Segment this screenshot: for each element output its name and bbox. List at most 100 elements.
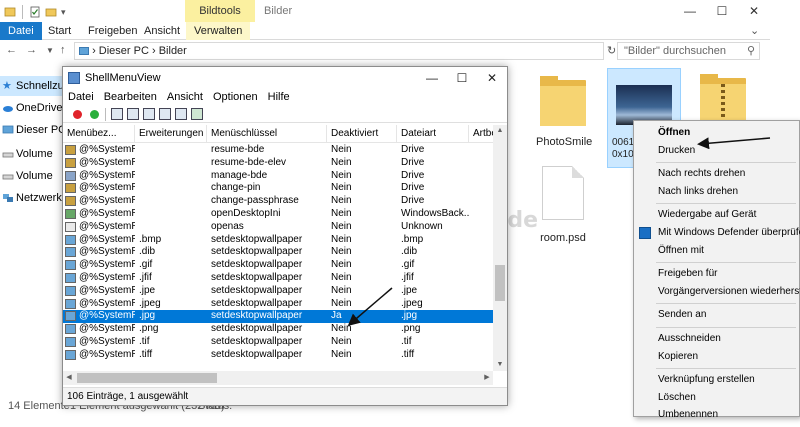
refresh-icon[interactable]: ↻ [607,44,616,57]
context-menu-item[interactable]: Umbenennen [634,407,800,423]
tab-verwalten[interactable]: Verwalten [186,22,251,40]
properties-icon[interactable] [29,6,41,18]
table-row[interactable]: @%SystemR... .jfif setdesktopwallpaper Nein… [63,272,493,285]
context-menu-label: Ausschneiden [658,333,721,344]
new-folder-icon[interactable] [45,6,57,18]
search-input[interactable]: "Bilder" durchsuchen ⚲ [617,42,760,60]
scroll-right-icon[interactable]: ▶ [481,371,493,385]
vertical-scrollbar[interactable]: ▲ ▼ [493,125,507,371]
exit-icon[interactable] [191,108,203,120]
nav-quick-access[interactable]: ★ Schnellzugriff [0,76,62,96]
menu-hilfe[interactable]: Hilfe [263,89,295,105]
context-menu-item[interactable]: Freigeben für [634,266,800,282]
table-row[interactable]: @%SystemR... resume-bde Nein Drive [63,144,493,157]
horizontal-scrollbar[interactable]: ◀ ▶ [63,371,493,385]
context-menu-item[interactable]: Nach rechts drehen [634,166,800,182]
context-menu-item[interactable]: Kopieren [634,349,800,365]
smv-maximize-button[interactable]: ☐ [447,67,477,89]
file-item-room-psd[interactable]: room.psd [536,166,590,244]
shellmenuview-window: ShellMenuView — ☐ ✕ Datei Bearbeiten Ans… [62,66,508,406]
file-item-zip-folder[interactable] [700,72,746,124]
table-row[interactable]: @%SystemR... manage-bde Nein Drive [63,170,493,183]
scroll-thumb[interactable] [495,265,505,301]
nav-network[interactable]: Netzwerk [0,188,62,208]
menu-ansicht[interactable]: Ansicht [162,89,208,105]
scroll-up-icon[interactable]: ▲ [493,125,507,137]
column-header-disabled[interactable]: Deaktiviert [327,125,397,143]
extension-cell: .tiff [139,348,153,360]
menu-datei[interactable]: Datei [63,89,99,105]
column-header-menu-name[interactable]: Menübez... [63,125,135,143]
smv-close-button[interactable]: ✕ [477,67,507,89]
minimize-button[interactable]: — [674,0,706,22]
file-type-cell: WindowsBack... [401,208,469,219]
file-item-photosmile[interactable]: PhotoSmile [536,74,592,148]
maximize-button[interactable]: ☐ [706,0,738,22]
table-row[interactable]: @%SystemR... openas Nein Unknown [63,221,493,234]
table-row[interactable]: @%SystemR... .jpe setdesktopwallpaper Nein.… [63,285,493,298]
context-menu-item[interactable]: Senden an [634,307,800,323]
context-menu-item[interactable]: Wiedergabe auf Gerät [634,207,800,223]
save-icon[interactable] [111,108,123,120]
nav-volume-2[interactable]: Volume [0,166,62,186]
breadcrumb-dieser-pc[interactable]: Dieser PC [99,45,149,57]
ribbon-expand-icon[interactable]: ⌄ [742,22,767,40]
table-row[interactable]: @%SystemR... .gif setdesktopwallpaper Nein.… [63,259,493,272]
properties-icon[interactable] [159,108,171,120]
refresh-icon[interactable] [127,108,139,120]
up-arrow-icon[interactable]: ↑ [60,44,66,56]
scroll-down-icon[interactable]: ▼ [493,359,507,371]
table-row[interactable]: @%SystemR... .tiff setdesktopwallpaper Nein… [63,349,493,362]
table-row[interactable]: @%SystemR... .png setdesktopwallpaper Nein.… [63,323,493,336]
table-row[interactable]: @%SystemR... .bmp setdesktopwallpaper Nein.… [63,234,493,247]
menu-bearbeiten[interactable]: Bearbeiten [99,89,162,105]
context-menu-item[interactable]: Vorgängerversionen wiederherstellen [634,284,800,300]
tab-ansicht[interactable]: Ansicht [136,22,188,40]
context-menu-item[interactable]: Mit Windows Defender überprüfen... [634,225,800,241]
table-row[interactable]: @%SystemR... change-pin Nein Drive [63,182,493,195]
nav-volume-1[interactable]: Volume [0,144,62,164]
breadcrumb-bilder[interactable]: Bilder [159,45,187,57]
table-row[interactable]: @%SystemR... openDesktopIni Nein WindowsBac… [63,208,493,221]
close-button[interactable]: ✕ [738,0,770,22]
menu-separator [656,162,796,164]
column-header-extensions[interactable]: Erweiterungen [135,125,207,143]
column-header-menu-key[interactable]: Menüschlüssel [207,125,327,143]
disable-item-icon[interactable] [73,110,82,119]
nav-onedrive[interactable]: OneDrive [0,98,62,118]
find-icon[interactable] [175,108,187,120]
scroll-thumb[interactable] [77,373,217,383]
enable-item-icon[interactable] [90,110,99,119]
wallpaper-icon [65,273,76,283]
context-menu-item[interactable]: Öffnen [634,125,800,141]
table-row[interactable]: @%SystemR... change-passphrase Nein Drive [63,195,493,208]
column-header-file-type[interactable]: Dateiart [397,125,469,143]
forward-arrow-icon[interactable]: → [26,44,37,56]
tab-start[interactable]: Start [40,22,79,40]
back-arrow-icon[interactable]: ← [6,44,17,56]
context-menu-item[interactable]: Öffnen mit [634,243,800,259]
table-row[interactable]: @%SystemR... .dib setdesktopwallpaper Nein.… [63,246,493,259]
context-menu-item[interactable]: Nach links drehen [634,184,800,200]
context-menu-item[interactable]: Löschen [634,390,800,406]
copy-icon[interactable] [143,108,155,120]
qat-customize-icon[interactable]: ▾ [61,6,73,18]
scroll-left-icon[interactable]: ◀ [63,371,75,385]
table-row[interactable]: @%SystemR... resume-bde-elev Nein Drive [63,157,493,170]
table-row[interactable]: @%SystemR... .jpg setdesktopwallpaper Ja .jp… [63,310,493,324]
tab-datei[interactable]: Datei [0,22,42,40]
smv-minimize-button[interactable]: — [417,67,447,89]
extension-cell: .jpe [139,284,156,296]
column-header-type-desc[interactable]: Artbe [469,125,493,143]
recent-chevron-icon[interactable]: ▼ [46,46,54,55]
table-row[interactable]: @%SystemR... .tif setdesktopwallpaper Nein.… [63,336,493,349]
context-menu-item[interactable]: Verknüpfung erstellen [634,372,800,388]
table-row[interactable]: @%SystemR... .jpeg setdesktopwallpaper Nein… [63,298,493,311]
breadcrumb-separator-icon: › [92,45,99,57]
context-menu-item[interactable]: Drucken [634,143,800,159]
key-icon [65,157,76,168]
nav-this-pc[interactable]: Dieser PC [0,120,62,140]
address-input[interactable]: › Dieser PC › Bilder [74,42,604,60]
menu-optionen[interactable]: Optionen [208,89,263,105]
context-menu-item[interactable]: Ausschneiden [634,331,800,347]
